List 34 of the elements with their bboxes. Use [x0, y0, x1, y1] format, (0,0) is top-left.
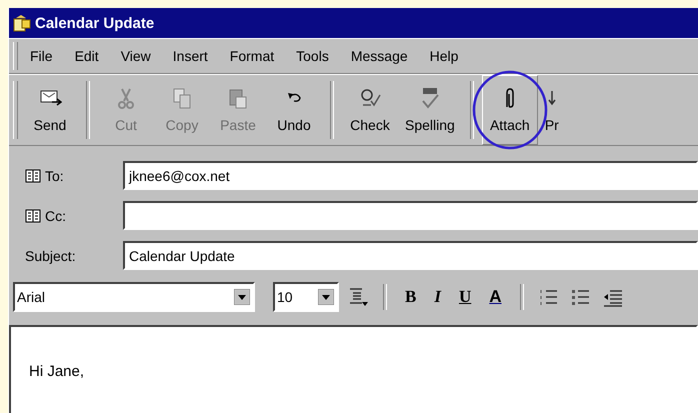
underline-button[interactable]: U — [452, 285, 478, 309]
menu-item[interactable]: File — [30, 48, 53, 64]
dropdown-arrow-icon — [234, 289, 250, 305]
undo-button[interactable]: Undo — [266, 75, 322, 145]
attach-button[interactable]: Attach — [482, 75, 538, 145]
field-label: To: — [45, 168, 64, 184]
print-button[interactable]: Pr — [538, 75, 560, 145]
field-label: Subject: — [25, 248, 76, 264]
font-color-button[interactable]: A — [483, 285, 508, 309]
input-field[interactable]: jknee6@cox.net — [123, 161, 698, 190]
dropdown-arrow-icon — [318, 289, 334, 305]
menu-item[interactable]: Edit — [74, 48, 99, 64]
menu-item[interactable]: Help — [430, 48, 458, 64]
message-body[interactable]: Hi Jane, — [9, 325, 698, 413]
address-book-icon — [25, 168, 41, 182]
menu-item[interactable]: Insert — [172, 48, 208, 64]
menu-item[interactable]: Tools — [296, 48, 329, 64]
window-title: Calendar Update — [35, 14, 154, 32]
menu-item[interactable]: View — [120, 48, 151, 64]
paragraph-style-icon[interactable] — [347, 286, 369, 308]
body-text: Hi Jane, — [29, 363, 86, 380]
check-button[interactable]: Check — [342, 75, 398, 145]
menu-item[interactable]: Message — [350, 48, 408, 64]
bold-button[interactable]: B — [399, 285, 422, 309]
font-size-dropdown[interactable]: 10 — [273, 282, 339, 312]
menu-item[interactable]: Format — [230, 48, 274, 64]
font-dropdown[interactable]: Arial — [13, 282, 255, 312]
field-label: Cc: — [45, 208, 66, 224]
input-field[interactable]: Calendar Update — [123, 241, 698, 270]
address-book-icon — [25, 208, 41, 222]
send-button[interactable]: Send — [22, 75, 78, 145]
spelling-button[interactable]: Spelling — [398, 75, 462, 145]
input-field[interactable] — [123, 201, 698, 230]
italic-button[interactable]: I — [428, 285, 447, 309]
